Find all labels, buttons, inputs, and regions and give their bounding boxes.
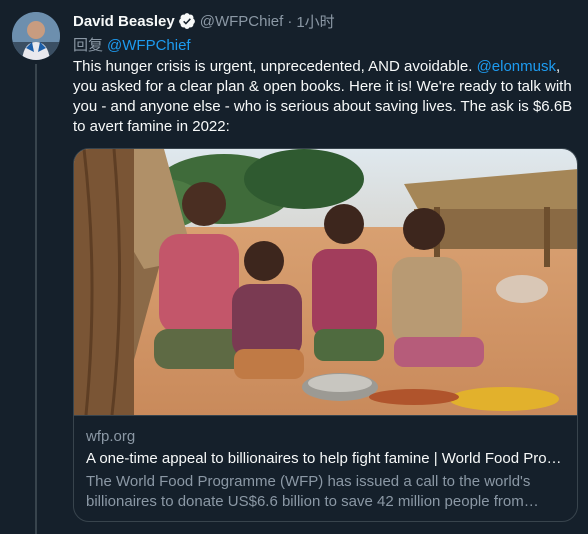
link-preview-card[interactable]: wfp.org A one-time appeal to billionaire… [73,148,578,522]
card-text-area[interactable]: wfp.org A one-time appeal to billionaire… [74,415,577,510]
card-description: The World Food Programme (WFP) has issue… [86,473,531,510]
tweet-header: David Beasley @WFPChief · 1小时 [73,11,335,31]
card-title[interactable]: A one-time appeal to billionaires to hel… [86,450,566,467]
author-display-name[interactable]: David Beasley [73,13,175,30]
card-domain: wfp.org [86,428,136,445]
verified-badge-icon [178,13,195,29]
person-avatar-icon [12,12,60,60]
tweet-text: This hunger crisis is urgent, unpreceden… [73,57,578,137]
separator-dot: · [287,12,293,30]
thread-connector-line [35,64,37,534]
reply-context: 回复 @WFPChief [73,34,191,55]
tweet-timestamp[interactable]: 1小时 [296,11,334,32]
photo-family-seated-icon [74,149,577,415]
reply-to-mention[interactable]: @WFPChief [107,37,191,54]
author-handle[interactable]: @WFPChief [200,13,284,30]
author-avatar[interactable] [12,12,60,60]
mention-link[interactable]: @elonmusk [477,58,556,75]
card-image[interactable] [74,149,577,415]
reply-prefix: 回复 [73,37,104,54]
tweet-text-part: This hunger crisis is urgent, unpreceden… [73,58,477,75]
